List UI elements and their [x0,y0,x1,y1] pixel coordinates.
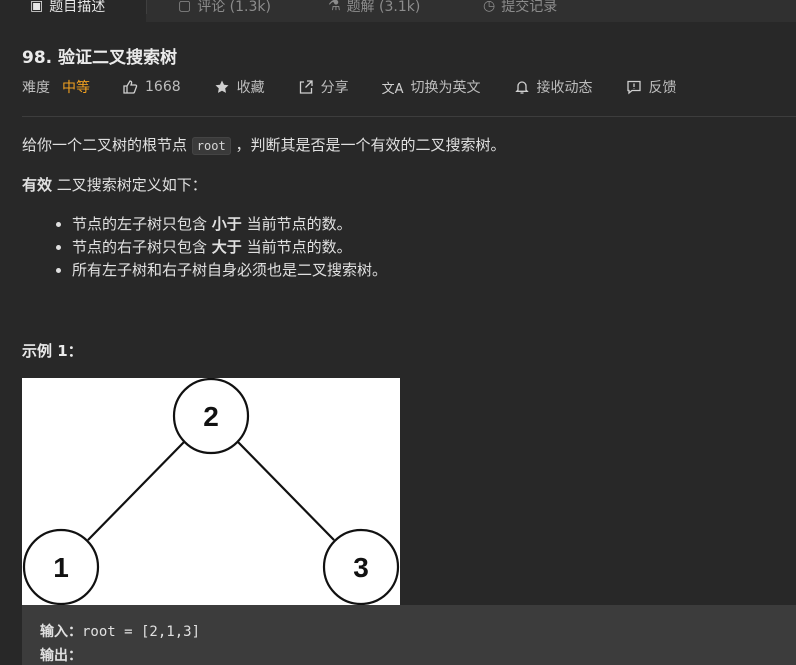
favorite-button[interactable]: 收藏 [214,77,265,97]
thumbs-up-icon [123,80,138,94]
favorite-label: 收藏 [236,80,265,96]
problem-title: 98. 验证二叉搜索树 [22,48,178,68]
example-input: 输入：root = [2,1,3] [40,624,201,640]
translate-button[interactable]: 文A 切换为英文 [382,77,481,97]
example-output-label: 输出： [40,648,82,664]
tree-edge [237,441,335,541]
feedback-icon [626,80,641,95]
clock-icon: ◷ [483,0,496,14]
tree-node-label: 2 [203,401,219,432]
tree-node-label: 3 [353,552,369,583]
document-icon: ▣ [30,0,44,14]
translate-label: 切换为英文 [410,80,481,96]
tree-node-label: 1 [53,552,69,583]
share-icon [299,80,313,94]
binary-tree-diagram: 2 1 3 [22,378,400,605]
share-label: 分享 [320,80,349,96]
example-tree-image: 2 1 3 [22,378,400,605]
tab-label: 评论 (1.3k) [197,0,271,15]
tab-label: 题目描述 [49,0,106,15]
tab-label: 提交记录 [501,0,558,15]
tab-submissions[interactable]: ◷ 提交记录 [483,0,557,22]
subscribe-button[interactable]: 接收动态 [514,77,593,97]
inline-code: root [191,137,231,155]
bell-icon [514,81,529,94]
comment-icon: ▢ [178,0,192,14]
definition-intro: 有效 二叉搜索树定义如下： [22,176,207,194]
tab-bar: ▣ 题目描述 ▢ 评论 (1.3k) ⚗ 题解 (3.1k) ◷ 提交记录 [0,0,796,22]
example-code-block: 输入：root = [2,1,3] 输出： [22,605,796,665]
tab-label: 题解 (3.1k) [346,0,421,15]
list-item: 节点的左子树只包含 小于 当前节点的数。 [72,213,672,236]
flask-icon: ⚗ [328,0,341,14]
subscribe-label: 接收动态 [536,80,593,96]
list-item: 节点的右子树只包含 大于 当前节点的数。 [72,236,672,259]
tree-edge [87,441,185,541]
description-paragraph: 给你一个二叉树的根节点 root ，判断其是否是一个有效的二叉搜索树。 [22,136,506,155]
star-icon [215,80,229,93]
tab-solutions[interactable]: ⚗ 题解 (3.1k) [328,0,420,22]
like-button[interactable]: 1668 [122,79,181,95]
feedback-label: 反馈 [648,80,677,96]
difficulty-badge: 中等 [62,80,90,96]
difficulty-label: 难度 [22,80,50,96]
tab-description[interactable]: ▣ 题目描述 [0,0,147,22]
rules-list: 节点的左子树只包含 小于 当前节点的数。 节点的右子树只包含 大于 当前节点的数… [50,213,672,282]
translate-icon: 文A [381,81,404,97]
example-title: 示例 1： [22,342,83,360]
tab-comments[interactable]: ▢ 评论 (1.3k) [178,0,271,22]
share-button[interactable]: 分享 [298,77,349,97]
divider [22,116,796,117]
like-count: 1668 [145,79,181,95]
problem-meta-bar: 难度 中等 1668 收藏 分享 文A 切换为英文 接收动态 反馈 [22,77,710,97]
list-item: 所有左子树和右子树自身必须也是二叉搜索树。 [72,259,672,282]
feedback-button[interactable]: 反馈 [626,77,677,97]
